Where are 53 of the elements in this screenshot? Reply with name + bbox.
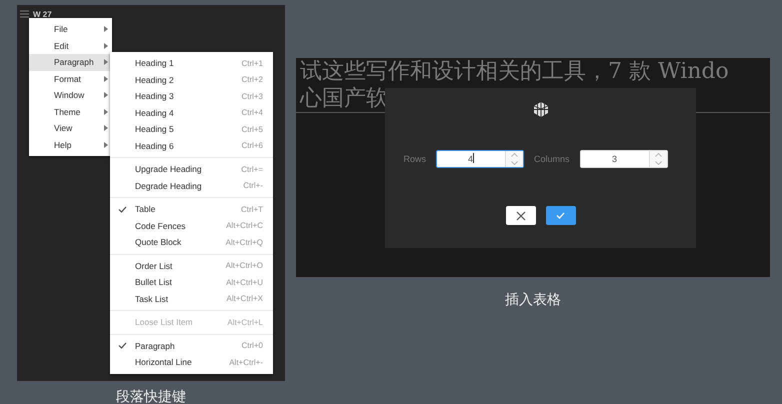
submenu-arrow-icon bbox=[104, 42, 108, 49]
menu-item[interactable]: Paragraph bbox=[29, 54, 112, 70]
menu-icon[interactable] bbox=[20, 10, 29, 18]
field-label: Columns bbox=[534, 154, 570, 164]
menu-item[interactable]: Quote Block Alt+Ctrl+Q bbox=[110, 234, 273, 250]
chevron-down-icon[interactable] bbox=[654, 161, 662, 165]
menu-item[interactable]: Help bbox=[29, 136, 112, 153]
menu-item[interactable]: Heading 5 Ctrl+5 bbox=[110, 121, 273, 138]
check-icon bbox=[118, 342, 127, 350]
menu-item[interactable]: View bbox=[29, 120, 112, 136]
close-icon bbox=[516, 210, 526, 220]
submenu-arrow-icon bbox=[104, 92, 108, 98]
menu-item[interactable]: Degrade Heading Ctrl+- bbox=[110, 178, 273, 194]
chevron-up-icon[interactable] bbox=[511, 153, 518, 157]
menu-item[interactable]: Heading 6 Ctrl+6 bbox=[110, 138, 273, 154]
caption: 插入表格 bbox=[505, 291, 561, 307]
menu-item[interactable]: Code Fences Alt+Ctrl+C bbox=[110, 218, 273, 234]
menu-item[interactable]: File bbox=[29, 21, 112, 38]
menu-item[interactable]: Bullet List Alt+Ctrl+U bbox=[110, 274, 273, 290]
number-field[interactable]: 3 bbox=[580, 150, 668, 168]
submenu-arrow-icon bbox=[104, 142, 108, 148]
check-icon bbox=[556, 212, 565, 219]
menu-item[interactable]: Heading 3 Ctrl+3 bbox=[110, 88, 273, 104]
submenu-arrow-icon bbox=[104, 26, 108, 32]
heading-text: 试这些写作和设计相关的工具，7 款 Windo bbox=[300, 59, 729, 84]
cube-icon bbox=[532, 101, 548, 118]
check-icon bbox=[118, 206, 127, 213]
field-label: Rows bbox=[403, 154, 426, 164]
chevron-up-icon[interactable] bbox=[654, 153, 662, 157]
menu-item[interactable]: Horizontal Line Alt+Ctrl+- bbox=[110, 354, 273, 370]
menu-item[interactable]: Format bbox=[29, 70, 112, 87]
cancel-button[interactable] bbox=[506, 206, 536, 225]
submenu-arrow-icon bbox=[104, 108, 108, 115]
heading-text: 心国产软 bbox=[300, 86, 388, 111]
menu-item[interactable]: Upgrade Heading Ctrl+= bbox=[110, 161, 273, 178]
submenu-arrow-icon bbox=[104, 125, 108, 132]
menu-item[interactable]: Heading 2 Ctrl+2 bbox=[110, 72, 273, 88]
submenu-arrow-icon bbox=[104, 76, 108, 82]
menu-item[interactable]: Paragraph Ctrl+0 bbox=[110, 338, 273, 354]
chevron-down-icon[interactable] bbox=[511, 161, 518, 165]
menu-item[interactable]: Window bbox=[29, 87, 112, 104]
window-title: W 27 bbox=[33, 10, 52, 18]
menu-item[interactable]: Table Ctrl+T bbox=[110, 201, 273, 218]
menu-item[interactable]: Theme bbox=[29, 104, 112, 120]
confirm-button[interactable] bbox=[546, 206, 576, 225]
number-field[interactable]: 4 bbox=[436, 150, 524, 168]
menu-item[interactable]: Order List Alt+Ctrl+O bbox=[110, 258, 273, 274]
menu-item[interactable]: Task List Alt+Ctrl+X bbox=[110, 290, 273, 307]
submenu-arrow-icon bbox=[104, 59, 108, 66]
menu-item[interactable]: Edit bbox=[29, 38, 112, 54]
menu-item[interactable]: Heading 4 Ctrl+4 bbox=[110, 104, 273, 121]
caption: 段落快捷键 bbox=[116, 388, 186, 404]
menu-item[interactable]: Heading 1 Ctrl+1 bbox=[110, 55, 273, 72]
